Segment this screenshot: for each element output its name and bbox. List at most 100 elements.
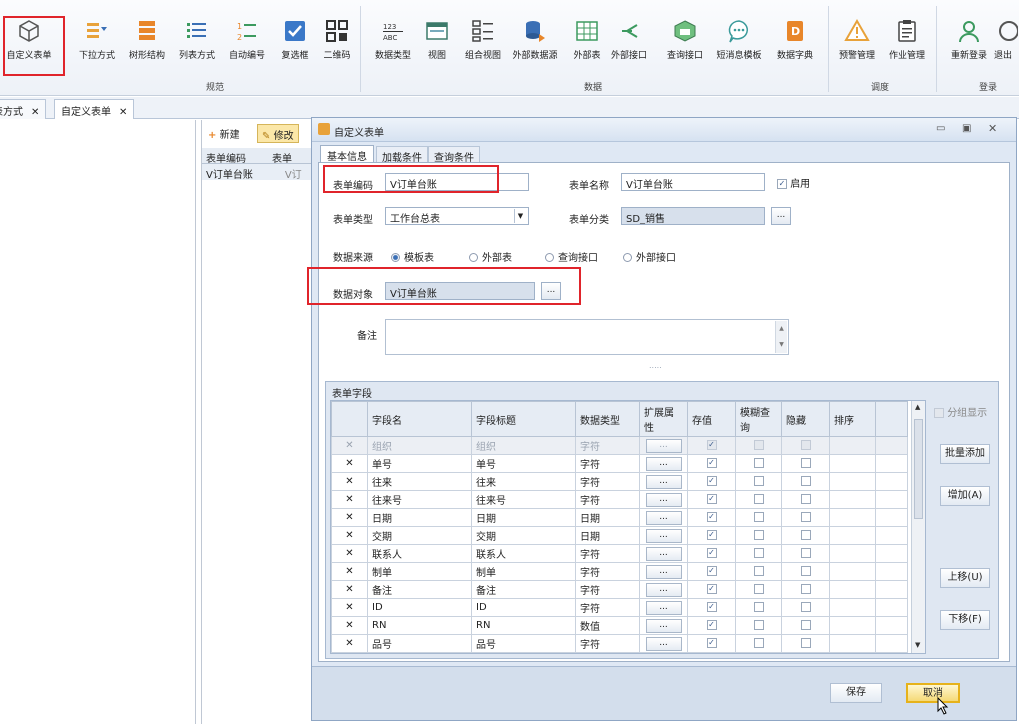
data-type-cell[interactable]: 字符 xyxy=(575,454,640,473)
field-name-cell[interactable]: RN xyxy=(367,616,472,635)
checkbox-icon[interactable] xyxy=(753,512,764,522)
sort-cell[interactable] xyxy=(829,454,876,473)
qrcode-button[interactable]: 二维码 xyxy=(312,18,362,70)
data-type-cell[interactable]: 字符 xyxy=(575,580,640,599)
radio-external-interface[interactable]: 外部接口 xyxy=(623,249,676,264)
table-row[interactable]: ✕ 联系人 联系人 字符... ✓ xyxy=(331,544,908,563)
auto-numbering-button[interactable]: 12 自动编号 xyxy=(222,18,272,70)
checkbox-icon[interactable] xyxy=(800,638,811,648)
ext-attr-button[interactable]: ... xyxy=(645,636,682,651)
field-title-cell[interactable]: RN xyxy=(471,616,576,635)
tab-table-mode[interactable]: 表方式 ✕ xyxy=(0,99,47,119)
checkmark-icon[interactable]: ✓ xyxy=(706,548,717,558)
cancel-button[interactable]: 取消 xyxy=(906,683,960,703)
checkbox-icon[interactable] xyxy=(800,620,811,630)
column-header[interactable]: 字段名 xyxy=(367,401,472,437)
field-title-cell[interactable]: ID xyxy=(471,598,576,617)
ext-attr-button[interactable]: ... xyxy=(645,564,682,579)
ext-attr-button[interactable]: ... xyxy=(645,492,682,507)
external-interface-button[interactable]: 外部接口 xyxy=(604,18,654,70)
data-type-cell[interactable]: 字符 xyxy=(575,562,640,581)
field-name-cell[interactable]: 制单 xyxy=(367,562,472,581)
chevron-down-icon[interactable]: ▼ xyxy=(514,209,526,223)
category-browse-button[interactable]: ... xyxy=(771,207,791,225)
field-title-cell[interactable]: 备注 xyxy=(471,580,576,599)
checkbox-icon[interactable] xyxy=(800,494,811,504)
checkbox-icon[interactable] xyxy=(753,476,764,486)
field-title-cell[interactable]: 组织 xyxy=(471,436,576,455)
close-icon[interactable]: ✕ xyxy=(119,107,127,118)
field-name-cell[interactable]: 单号 xyxy=(367,454,472,473)
table-row[interactable]: ✕ RN RN 数值... ✓ xyxy=(331,616,908,635)
close-icon[interactable]: ✕ xyxy=(988,122,997,135)
table-row[interactable]: ✕品名品名字符...✓ xyxy=(331,652,908,653)
checkmark-icon[interactable]: ✓ xyxy=(706,476,717,486)
relogin-button[interactable]: 重新登录 xyxy=(944,18,994,70)
edit-button[interactable]: ✎ 修改 xyxy=(257,124,299,143)
remark-textarea[interactable]: ▲ ▼ xyxy=(385,319,789,355)
table-row[interactable]: ✕ 组织 组织 字符... ✓ xyxy=(331,436,908,455)
sort-cell[interactable] xyxy=(829,436,876,455)
warning-management-button[interactable]: 预警管理 xyxy=(832,18,882,70)
field-name-cell[interactable]: 往来号 xyxy=(367,490,472,509)
field-title-cell[interactable]: 制单 xyxy=(471,562,576,581)
ext-attr-button[interactable]: ... xyxy=(645,528,682,543)
checkbox-icon[interactable] xyxy=(753,548,764,558)
field-name-cell[interactable]: ID xyxy=(367,598,472,617)
table-row[interactable]: ✕ 日期 日期 日期... ✓ xyxy=(331,508,908,527)
field-name-cell[interactable]: 往来 xyxy=(367,472,472,491)
maximize-icon[interactable]: ▣ xyxy=(962,123,971,134)
sort-cell[interactable] xyxy=(829,490,876,509)
sms-template-button[interactable]: 短消息模板 xyxy=(714,18,764,70)
tab-custom-form[interactable]: 自定义表单 ✕ xyxy=(54,99,135,119)
scrollbar[interactable]: ▲ ▼ xyxy=(775,321,787,353)
data-type-button[interactable]: 123 ABC 数据类型 xyxy=(368,18,418,70)
delete-row-icon[interactable]: ✕ xyxy=(331,436,368,455)
delete-row-icon[interactable]: ✕ xyxy=(331,634,368,653)
field-title-cell[interactable]: 品号 xyxy=(471,634,576,653)
field-name-cell[interactable]: 日期 xyxy=(367,508,472,527)
table-row[interactable]: ✕ 单号 单号 字符... ✓ xyxy=(331,454,908,473)
sort-cell[interactable] xyxy=(829,526,876,545)
save-button[interactable]: 保存 xyxy=(830,683,882,703)
table-row[interactable]: ✕ 往来号 往来号 字符... ✓ xyxy=(331,490,908,509)
field-name-cell[interactable]: 品名 xyxy=(367,652,472,653)
view-button[interactable]: 视图 xyxy=(412,18,462,70)
sort-cell[interactable] xyxy=(829,562,876,581)
checkbox-icon[interactable] xyxy=(800,584,811,594)
delete-row-icon[interactable]: ✕ xyxy=(331,490,368,509)
field-name-cell[interactable]: 交期 xyxy=(367,526,472,545)
data-type-cell[interactable]: 字符 xyxy=(575,634,640,653)
checkmark-icon[interactable]: ✓ xyxy=(706,602,717,612)
radio-query-interface[interactable]: 查询接口 xyxy=(545,249,598,264)
table-row[interactable]: ✕ 交期 交期 日期... ✓ xyxy=(331,526,908,545)
field-title-cell[interactable]: 往来 xyxy=(471,472,576,491)
column-header[interactable]: 隐藏 xyxy=(781,401,830,437)
column-header[interactable]: 存值 xyxy=(687,401,736,437)
field-name-cell[interactable]: 备注 xyxy=(367,580,472,599)
field-title-cell[interactable]: 联系人 xyxy=(471,544,576,563)
checkbox-icon[interactable] xyxy=(753,458,764,468)
field-name-cell[interactable]: 组织 xyxy=(367,436,472,455)
checkbox-icon[interactable] xyxy=(800,530,811,540)
checkbox-icon[interactable] xyxy=(753,440,764,450)
external-datasource-button[interactable]: 外部数据源 xyxy=(510,18,560,70)
move-up-button[interactable]: 上移(U) xyxy=(940,568,990,588)
checkmark-icon[interactable]: ✓ xyxy=(706,458,717,468)
column-header[interactable]: 数据类型 xyxy=(575,401,640,437)
delete-row-icon[interactable]: ✕ xyxy=(331,598,368,617)
tab-basic-info[interactable]: 基本信息 xyxy=(320,145,374,163)
add-button[interactable]: 增加(A) xyxy=(940,486,990,506)
grid-scrollbar[interactable]: ▲ ▼ xyxy=(911,401,925,653)
delete-row-icon[interactable]: ✕ xyxy=(331,508,368,527)
checkbox-icon[interactable] xyxy=(753,530,764,540)
field-title-cell[interactable]: 交期 xyxy=(471,526,576,545)
checkbox-icon[interactable] xyxy=(800,602,811,612)
column-header[interactable]: 模糊查询 xyxy=(735,401,782,437)
checkmark-icon[interactable]: ✓ xyxy=(706,530,717,540)
job-management-button[interactable]: 作业管理 xyxy=(882,18,932,70)
checkbox-icon[interactable] xyxy=(753,584,764,594)
ext-attr-button[interactable]: ... xyxy=(645,456,682,471)
delete-row-icon[interactable]: ✕ xyxy=(331,526,368,545)
delete-row-icon[interactable]: ✕ xyxy=(331,472,368,491)
